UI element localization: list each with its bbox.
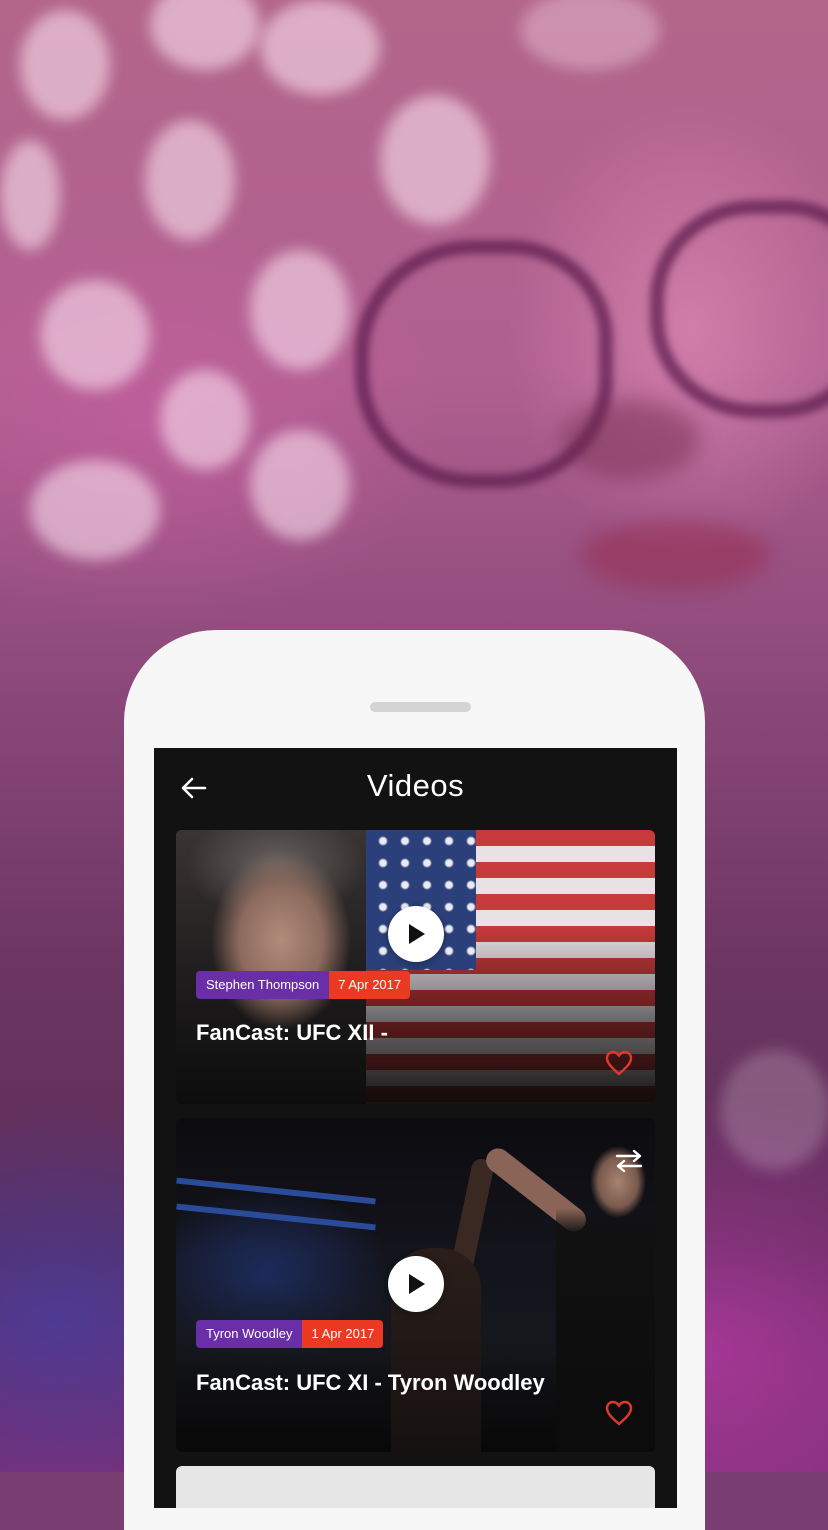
play-button[interactable]: [388, 1256, 444, 1312]
swap-arrows-icon: [615, 1149, 643, 1173]
date-tag: 7 Apr 2017: [329, 971, 411, 999]
play-icon: [409, 924, 425, 944]
phone-frame: Videos Stephen Thompson 7 Apr 2017 FanCa…: [124, 630, 705, 1530]
video-title: FanCast: UFC XII -: [196, 1020, 388, 1045]
page-title: Videos: [366, 768, 465, 803]
heart-icon: [605, 1050, 633, 1076]
favorite-button[interactable]: [605, 1400, 633, 1426]
play-icon: [409, 1274, 425, 1294]
date-tag: 1 Apr 2017: [302, 1320, 384, 1348]
video-tags: Stephen Thompson 7 Apr 2017: [196, 971, 411, 999]
thumbnail-person: [176, 830, 366, 1104]
heart-icon: [605, 1400, 633, 1426]
swap-button[interactable]: [613, 1148, 645, 1174]
app-header: Videos: [154, 748, 677, 826]
video-title: FanCast: UFC XI - Tyron Woodley: [196, 1370, 545, 1395]
favorite-button[interactable]: [605, 1050, 633, 1076]
athlete-tag[interactable]: Stephen Thompson: [196, 971, 330, 999]
video-card[interactable]: Tyron Woodley 1 Apr 2017 FanCast: UFC XI…: [176, 1118, 655, 1452]
thumbnail-arena: [176, 1177, 376, 1205]
video-tags: Tyron Woodley 1 Apr 2017: [196, 1320, 384, 1348]
video-card[interactable]: Stephen Thompson 7 Apr 2017 FanCast: UFC…: [176, 830, 655, 1104]
play-button[interactable]: [388, 906, 444, 962]
video-card[interactable]: [176, 1466, 655, 1508]
app-screen: Videos Stephen Thompson 7 Apr 2017 FanCa…: [154, 748, 677, 1508]
athlete-tag[interactable]: Tyron Woodley: [196, 1320, 303, 1348]
phone-speaker: [370, 702, 471, 712]
